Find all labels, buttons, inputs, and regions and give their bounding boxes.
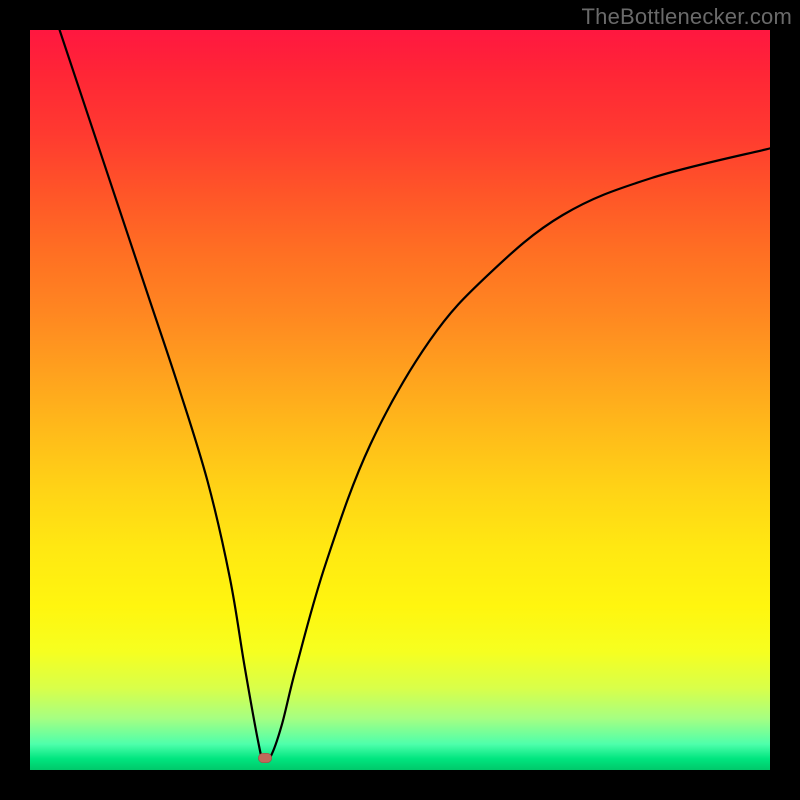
watermark-text: TheBottlenecker.com [582,4,792,30]
plot-area [30,30,770,770]
curve-layer [30,30,770,770]
bottleneck-marker-icon [258,753,272,763]
bottleneck-curve [60,30,770,761]
chart-frame: TheBottlenecker.com [0,0,800,800]
